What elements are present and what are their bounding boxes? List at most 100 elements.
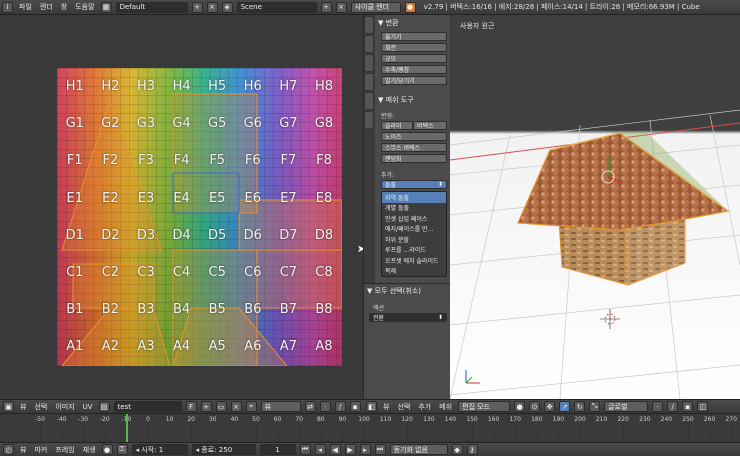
- 3d-viewport[interactable]: 사용자 원근: [450, 15, 740, 399]
- smooth-vertex-button[interactable]: 스무스 버텍스: [381, 143, 447, 152]
- new-image-icon[interactable]: +: [200, 401, 212, 412]
- mode-select[interactable]: 편집 모드: [458, 401, 511, 412]
- render-engine-select[interactable]: 사이클 렌더: [350, 1, 401, 13]
- pin-icon[interactable]: ⌖: [245, 401, 257, 412]
- jump-end-icon[interactable]: ⏭: [374, 444, 386, 455]
- shrink-fatten-button[interactable]: 수축/팽창: [381, 65, 447, 74]
- shelf-tab-create[interactable]: [364, 35, 374, 53]
- orientation-select[interactable]: 글로벌: [604, 401, 649, 412]
- scene-field[interactable]: Scene: [236, 1, 317, 13]
- tl-menu-view[interactable]: 뷰: [18, 445, 28, 455]
- extrude-menu-item[interactable]: 인셋 삽입 페이스: [382, 213, 446, 224]
- image-name-field[interactable]: test: [113, 401, 182, 412]
- editor-type-icon[interactable]: i: [2, 1, 13, 13]
- add-layout-icon[interactable]: +: [191, 1, 203, 13]
- menu-help[interactable]: 도움말: [73, 2, 96, 12]
- manipulator-icon[interactable]: ✥: [544, 401, 556, 412]
- menu-render[interactable]: 렌더: [38, 2, 55, 12]
- shelf-tab-grease[interactable]: [364, 92, 374, 110]
- shelf-tab-shading[interactable]: [364, 54, 374, 72]
- keyframe-icon[interactable]: ◆: [451, 444, 463, 455]
- edge-select-icon[interactable]: /: [334, 401, 346, 412]
- extrude-menu-item[interactable]: 에지/페이스를 만...: [382, 224, 446, 235]
- vertex-mode-icon[interactable]: ·: [652, 401, 664, 412]
- sync-selection-icon[interactable]: ⇄: [304, 401, 316, 412]
- scale-button[interactable]: 규모: [381, 54, 447, 63]
- menu-window[interactable]: 창: [59, 2, 69, 12]
- start-frame-field[interactable]: ◂ 시작: 1: [131, 444, 188, 455]
- shelf-tab-tools[interactable]: [364, 16, 374, 34]
- extrude-menu-item[interactable]: 개별 돌출: [382, 203, 446, 214]
- image-browse-icon[interactable]: ▤: [98, 401, 110, 412]
- face-mode-icon[interactable]: ▪: [682, 401, 694, 412]
- fake-user-toggle[interactable]: F: [185, 401, 197, 412]
- scale-manip-icon[interactable]: ⤡: [589, 401, 601, 412]
- vp-menu-select[interactable]: 선택: [395, 402, 412, 412]
- uv-editor-type-icon[interactable]: ▣: [3, 401, 14, 412]
- timeline-editor-type-icon[interactable]: ◴: [3, 444, 14, 455]
- scene-icon[interactable]: ◈: [221, 1, 233, 13]
- extrude-menu-item[interactable]: 오프셋 에지 슬라이드: [382, 255, 446, 266]
- vp-menu-add[interactable]: 추가: [416, 402, 433, 412]
- prev-key-icon[interactable]: ◂: [314, 444, 326, 455]
- tl-menu-marker[interactable]: 마커: [32, 445, 49, 455]
- extrude-menu-item[interactable]: 루프를 ...라이드: [382, 245, 446, 256]
- uv-pivot-select[interactable]: 뷰: [260, 401, 301, 412]
- jump-start-icon[interactable]: ⏮: [299, 444, 311, 455]
- extrude-menu-item[interactable]: 복제: [382, 266, 446, 277]
- uv-menu-select[interactable]: 선택: [32, 402, 49, 412]
- sync-mode-select[interactable]: 동기화 없음: [389, 444, 448, 455]
- push-pull-button[interactable]: 밀기/당기기: [381, 76, 447, 85]
- pivot-point-icon[interactable]: ⊙: [529, 401, 541, 412]
- add-scene-icon[interactable]: +: [320, 1, 332, 13]
- tool-shelf-tabs[interactable]: [364, 15, 375, 283]
- mesh-tools-title[interactable]: ▼ 메쉬 도구: [378, 95, 414, 105]
- remove-layout-icon[interactable]: ×: [206, 1, 218, 13]
- timeline[interactable]: -50-40-30-20-100102030405060708090100110…: [0, 413, 740, 443]
- operator-panel-title[interactable]: ▼ 모두 선택(취소): [367, 286, 421, 296]
- shelf-tab-misc[interactable]: [364, 111, 374, 129]
- tl-menu-playback[interactable]: 재생: [81, 445, 98, 455]
- extrude-menu-item[interactable]: 지역 돌출: [382, 192, 446, 203]
- rotate-manip-icon[interactable]: ↻: [574, 401, 586, 412]
- uv-menu-view[interactable]: 뷰: [18, 402, 28, 412]
- slide-button[interactable]: 슬라이: [381, 121, 413, 130]
- next-key-icon[interactable]: ▸: [359, 444, 371, 455]
- extrude-select[interactable]: 돌출 ⬍: [381, 180, 447, 189]
- uv-menu-uvs[interactable]: UV: [81, 403, 95, 411]
- play-icon[interactable]: ▶: [344, 444, 356, 455]
- vertex-select-icon[interactable]: ·: [319, 401, 331, 412]
- xray-icon[interactable]: ◫: [697, 401, 709, 412]
- transform-panel-title[interactable]: ▼ 변환: [378, 18, 399, 28]
- noise-button[interactable]: 노이즈: [381, 132, 447, 141]
- uv-menu-image[interactable]: 이미지: [53, 402, 76, 412]
- translate-button[interactable]: 옮기기: [381, 32, 447, 41]
- layout-field[interactable]: Default: [115, 1, 188, 13]
- extrude-menu-item[interactable]: 하위 분할: [382, 234, 446, 245]
- shelf-tab-options[interactable]: [364, 73, 374, 91]
- record-icon[interactable]: ●: [101, 444, 113, 455]
- playhead[interactable]: [126, 414, 128, 443]
- vp-menu-view[interactable]: 뷰: [381, 402, 391, 412]
- end-frame-field[interactable]: ◂ 종료: 250: [191, 444, 256, 455]
- auto-key-icon[interactable]: ⚷: [466, 444, 478, 455]
- play-reverse-icon[interactable]: ◀: [329, 444, 341, 455]
- face-select-icon[interactable]: ▪: [349, 401, 361, 412]
- vertex-slide-button[interactable]: 버텍스: [413, 121, 447, 130]
- unlink-image-icon[interactable]: ×: [230, 401, 242, 412]
- remove-scene-icon[interactable]: ×: [335, 1, 347, 13]
- current-frame-field[interactable]: 1: [259, 444, 296, 455]
- rotate-button[interactable]: 회전: [381, 43, 447, 52]
- open-image-icon[interactable]: ▭: [215, 401, 227, 412]
- vp-menu-mesh[interactable]: 메쉬: [437, 402, 454, 412]
- layout-icon[interactable]: ▦: [100, 1, 112, 13]
- translate-manip-icon[interactable]: ↗: [559, 401, 571, 412]
- shading-icon[interactable]: ●: [514, 401, 526, 412]
- keying-icon[interactable]: ⚿: [116, 444, 128, 455]
- edge-mode-icon[interactable]: /: [667, 401, 679, 412]
- menu-file[interactable]: 파일: [17, 2, 34, 12]
- randomize-button[interactable]: 랜덤화: [381, 154, 447, 163]
- uv-editor[interactable]: H1 H2 H3 H4 H5 H6 H7 H8 G1 G2 G3 G4 G5 G6 G7 G8 F1 F2 F3 F4…: [0, 15, 365, 399]
- viewport-editor-type-icon[interactable]: ◧: [366, 401, 377, 412]
- action-select[interactable]: 전환 ⬍: [369, 313, 447, 322]
